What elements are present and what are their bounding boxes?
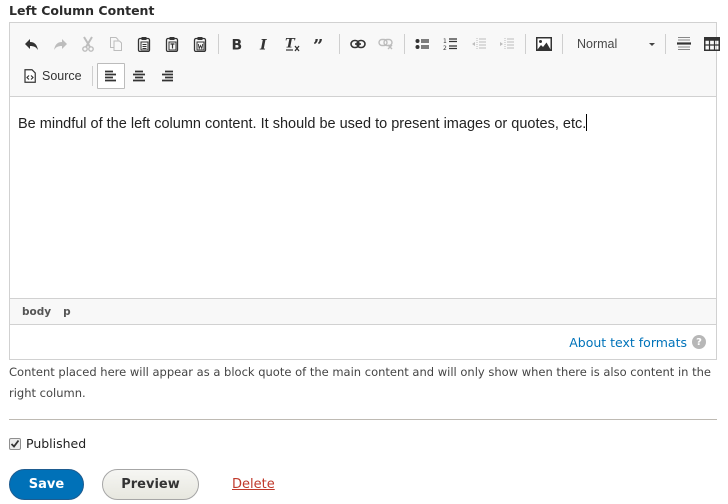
paste-text-icon <box>165 37 179 52</box>
indent-icon <box>500 38 514 50</box>
rich-text-editor: B I T ” 1 2 Normal Source Be mindful of … <box>9 22 720 360</box>
path-item-body[interactable]: body <box>22 306 51 318</box>
copy-button[interactable] <box>102 31 130 57</box>
toolbar-separator <box>218 34 219 54</box>
svg-text:2: 2 <box>443 45 447 51</box>
italic-button[interactable]: I <box>251 31 279 57</box>
outdent-button[interactable] <box>465 31 493 57</box>
divider <box>9 419 717 420</box>
link-icon <box>350 39 366 49</box>
copy-icon <box>110 37 122 51</box>
toolbar-separator <box>525 34 526 54</box>
image-icon <box>536 37 552 51</box>
svg-text:”: ” <box>313 38 323 50</box>
link-button[interactable] <box>344 31 372 57</box>
bulleted-list-icon <box>415 39 429 49</box>
unlink-icon <box>378 38 393 50</box>
svg-text:1: 1 <box>443 38 447 45</box>
editor-paragraph: Be mindful of the left column content. I… <box>18 116 587 132</box>
preview-button[interactable]: Preview <box>102 469 199 500</box>
blockquote-icon: ” <box>313 38 323 50</box>
italic-icon: I <box>259 38 267 52</box>
editor-content-area[interactable]: Be mindful of the left column content. I… <box>10 98 716 298</box>
bold-icon: B <box>232 38 243 52</box>
toolbar-row-2: Source <box>18 61 181 91</box>
horizontal-rule-button[interactable] <box>670 31 698 57</box>
published-field: Published <box>9 436 86 451</box>
path-item-p[interactable]: p <box>63 306 71 318</box>
svg-text:B: B <box>232 38 243 52</box>
paste-icon <box>137 37 151 52</box>
chevron-down-icon <box>649 42 655 46</box>
paragraph-format-value: Normal <box>577 37 618 51</box>
toolbar-separator <box>339 34 340 54</box>
field-label: Left Column Content <box>9 3 155 18</box>
undo-icon <box>25 39 38 50</box>
source-label: Source <box>42 69 82 83</box>
source-button[interactable]: Source <box>18 63 88 89</box>
align-right-button[interactable] <box>153 63 181 89</box>
toolbar-separator <box>91 66 93 86</box>
editor-toolbar: B I T ” 1 2 Normal Source <box>10 23 720 97</box>
redo-icon <box>54 39 67 50</box>
indent-button[interactable] <box>493 31 521 57</box>
remove-format-icon: T <box>285 37 300 52</box>
paste-text-button[interactable] <box>158 31 186 57</box>
toolbar-separator <box>404 34 405 54</box>
numbered-list-icon: 12 <box>443 38 457 51</box>
published-label: Published <box>26 436 87 451</box>
align-left-button[interactable] <box>96 63 125 89</box>
table-icon <box>704 37 720 51</box>
save-button[interactable]: Save <box>9 469 84 500</box>
unlink-button[interactable] <box>372 31 400 57</box>
blockquote-button[interactable]: ” <box>307 31 335 57</box>
cut-icon <box>82 36 94 52</box>
outdent-icon <box>472 38 486 50</box>
delete-link[interactable]: Delete <box>232 477 275 492</box>
field-description: Content placed here will appear as a blo… <box>9 365 711 400</box>
paste-button[interactable] <box>130 31 158 57</box>
remove-format-button[interactable]: T <box>279 31 307 57</box>
image-button[interactable] <box>530 31 558 57</box>
help-icon[interactable]: ? <box>692 335 706 349</box>
paste-word-icon <box>193 37 207 52</box>
toolbar-row-1: B I T ” 1 2 Normal <box>18 29 728 59</box>
svg-text:I: I <box>259 38 267 52</box>
horizontal-rule-icon <box>677 37 691 50</box>
text-caret <box>586 114 588 131</box>
align-right-icon <box>161 70 173 82</box>
element-path-bar: body p <box>10 298 716 325</box>
align-center-button[interactable] <box>125 63 153 89</box>
about-text-formats-link[interactable]: About text formats <box>569 335 687 350</box>
svg-text:T: T <box>285 37 296 52</box>
published-checkbox[interactable] <box>9 437 21 450</box>
table-button[interactable] <box>698 31 726 57</box>
numbered-list-button[interactable]: 12 <box>437 31 465 57</box>
bulleted-list-button[interactable] <box>409 31 437 57</box>
toolbar-separator <box>562 34 563 54</box>
cut-button[interactable] <box>74 31 102 57</box>
bold-button[interactable]: B <box>223 31 251 57</box>
undo-button[interactable] <box>18 31 46 57</box>
toolbar-separator <box>665 34 666 54</box>
form-actions: Save Preview Delete <box>9 469 275 500</box>
source-icon <box>24 69 36 83</box>
paragraph-format-select[interactable]: Normal <box>567 31 661 57</box>
text-format-row: About text formats ? <box>10 325 716 359</box>
align-center-icon <box>132 70 145 82</box>
redo-button[interactable] <box>46 31 74 57</box>
checkmark-icon <box>10 439 20 448</box>
paste-word-button[interactable] <box>186 31 214 57</box>
align-left-icon <box>104 70 116 82</box>
